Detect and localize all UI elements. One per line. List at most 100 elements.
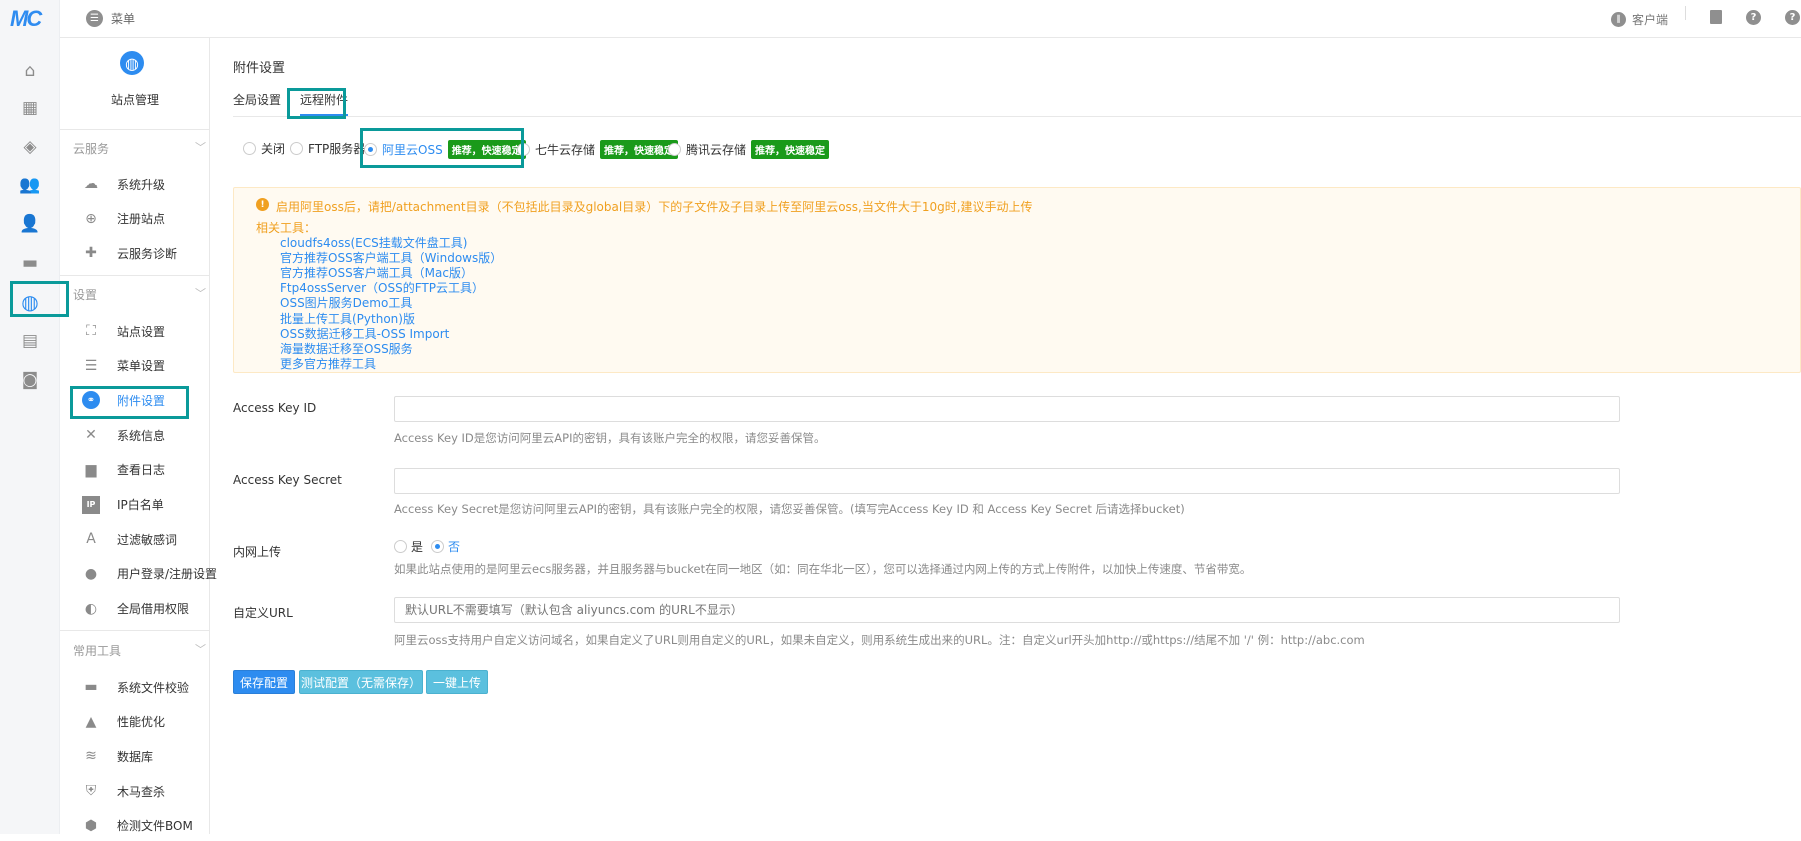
- intranet-help: 如果此站点使用的是阿里云ecs服务器，并且服务器与bucket在同一地区（如：同…: [394, 562, 1252, 576]
- sidebar-item-label: 注册站点: [117, 212, 166, 227]
- shield-icon: ⛨: [85, 783, 97, 800]
- sidebar-item[interactable]: ✚ 云服务诊断: [60, 238, 210, 268]
- sidebar-group-label[interactable]: 云服务: [73, 140, 109, 157]
- page-title: 附件设置: [233, 61, 286, 76]
- secondary-sidebar: ◍ 站点管理 云服务 ﹀ ☁ 系统升级 ⊕ 注册站点 ✚ 云服务诊断设置 ﹀ ⛶ 站点设置 ☰ 菜单设置…: [60, 38, 217, 834]
- users-icon[interactable]: 👥: [18, 173, 42, 197]
- sidebar-item-label: 云服务诊断: [117, 246, 178, 261]
- sidebar-item[interactable]: ≋ 数据库: [60, 741, 210, 771]
- intranet-no-radio[interactable]: [431, 540, 445, 553]
- client-label: 客户端: [1632, 13, 1669, 27]
- permission-icon: ◐: [84, 600, 98, 617]
- sidebar-item-label: 系统文件校验: [117, 680, 190, 695]
- sidebar-item[interactable]: ▬ 系统文件校验: [60, 672, 210, 702]
- key-secret-help: Access Key Secret是您访问阿里云API的密钥，具有该账户完全的权…: [394, 502, 1185, 516]
- sidebar-item-label: 全局借用权限: [117, 602, 190, 617]
- key-secret-input[interactable]: [394, 468, 1620, 494]
- plus-icon: ⊕: [85, 210, 97, 227]
- intranet-yes-radio[interactable]: [394, 540, 407, 553]
- sidebar-item[interactable]: ⬢ 检测文件BOM: [60, 811, 210, 841]
- test-button[interactable]: 测试配置（无需保存）: [299, 670, 423, 694]
- highlight-box: [360, 128, 524, 168]
- sidebar-item[interactable]: ⛨ 木马查杀: [60, 776, 210, 806]
- tool-link[interactable]: 更多官方推荐工具: [280, 355, 376, 372]
- client-button[interactable]: ⫼ 客户端: [1611, 11, 1668, 28]
- sidebar-item[interactable]: ▆ 查看日志: [60, 455, 210, 485]
- tab-global[interactable]: 全局设置: [233, 91, 281, 108]
- storage-label: 腾讯云存储: [686, 143, 747, 157]
- folder-icon: ▬: [84, 679, 98, 695]
- sidebar-item[interactable]: A 过滤敏感词: [60, 524, 210, 554]
- menu-label: 菜单: [111, 12, 136, 26]
- storage-label: 七牛云存储: [535, 143, 596, 157]
- globe-icon: ◍: [120, 51, 144, 75]
- recommend-badge: 推荐，快速稳定: [600, 140, 679, 159]
- sidebar-group-label[interactable]: 常用工具: [73, 642, 121, 659]
- chevron-down-icon[interactable]: ﹀: [195, 641, 206, 657]
- storage-radio[interactable]: [290, 142, 303, 155]
- database-icon: ≋: [85, 748, 97, 765]
- menu-toggle[interactable]: ☰ 菜单: [86, 10, 135, 27]
- bag-icon[interactable]: ◙: [18, 368, 42, 392]
- sidebar-item[interactable]: ⊕ 注册站点: [60, 204, 210, 234]
- sidebar-item-label: 菜单设置: [117, 359, 166, 374]
- cube-icon[interactable]: ◈: [18, 135, 42, 159]
- custom-url-label: 自定义URL: [233, 606, 293, 620]
- storage-option[interactable]: 关闭: [243, 140, 285, 157]
- help-icon[interactable]: ?: [1746, 10, 1761, 25]
- sidebar-divider: [60, 630, 210, 631]
- intranet-label: 内网上传: [233, 545, 282, 559]
- sidebar-item-label: 检测文件BOM: [117, 819, 193, 834]
- log-icon: ▆: [85, 461, 97, 478]
- highlight-box: [287, 88, 346, 119]
- custom-url-input[interactable]: [394, 597, 1620, 623]
- sidebar-item[interactable]: ◐ 全局借用权限: [60, 594, 210, 624]
- sidebar-item[interactable]: IP IP白名单: [60, 490, 210, 520]
- user-lock-icon[interactable]: 👤: [18, 212, 42, 236]
- sidebar-item[interactable]: ☁ 系统升级: [60, 169, 210, 199]
- sidebar-item[interactable]: ✕ 系统信息: [60, 420, 210, 450]
- sidebar-title: 站点管理: [110, 93, 159, 107]
- sidebar-item-label: IP白名单: [117, 498, 164, 512]
- chevron-down-icon[interactable]: ﹀: [195, 285, 206, 301]
- storage-option[interactable]: 七牛云存储 推荐，快速稳定: [517, 140, 679, 159]
- home-icon[interactable]: ⌂: [18, 59, 42, 83]
- highlight-box: [70, 386, 189, 419]
- client-icon: ⫼: [1611, 12, 1626, 27]
- user-icon: ●: [84, 565, 98, 582]
- store-icon[interactable]: ▤: [18, 329, 42, 353]
- save-button[interactable]: 保存配置: [233, 670, 295, 694]
- sidebar-item-label: 性能优化: [117, 715, 166, 730]
- sidebar-item-label: 系统升级: [117, 177, 166, 192]
- sidebar-item[interactable]: ☰ 菜单设置: [60, 351, 210, 381]
- help-icon-2[interactable]: ?: [1785, 10, 1800, 25]
- calendar-icon[interactable]: [1710, 10, 1722, 24]
- upload-button[interactable]: 一键上传: [426, 670, 488, 694]
- divider: [1685, 6, 1686, 20]
- sidebar-item[interactable]: ● 用户登录/注册设置: [60, 559, 217, 589]
- monitor-icon[interactable]: ▬: [18, 251, 42, 275]
- list-icon: ☰: [84, 357, 98, 374]
- key-secret-label: Access Key Secret: [233, 473, 342, 487]
- recommend-badge: 推荐，快速稳定: [751, 140, 830, 159]
- storage-option[interactable]: FTP服务器: [290, 140, 365, 157]
- storage-radio[interactable]: [243, 142, 256, 155]
- notice-text: 启用阿里oss后，请把/attachment目录（不包括此目录及global目录…: [276, 200, 1033, 214]
- sidebar-item[interactable]: ⛶ 站点设置: [60, 316, 210, 346]
- ip-icon: IP: [82, 495, 100, 514]
- key-id-input[interactable]: [394, 396, 1620, 422]
- key-id-label: Access Key ID: [233, 401, 317, 415]
- sidebar-item-label: 系统信息: [117, 428, 166, 443]
- download-icon: ☁: [84, 176, 98, 192]
- sitemap-icon: ⛶: [86, 323, 96, 339]
- sidebar-group-label[interactable]: 设置: [73, 286, 97, 303]
- apps-icon[interactable]: ▦: [18, 96, 42, 120]
- sidebar-item[interactable]: ▲ 性能优化: [60, 707, 210, 737]
- icon-sidebar: MC ⌂ ▦ ◈ 👥 👤 ▬ ◍ ▤ ◙: [0, 0, 60, 834]
- chevron-down-icon[interactable]: ﹀: [195, 139, 206, 155]
- sidebar-item-label: 用户登录/注册设置: [117, 567, 218, 582]
- custom-url-help: 阿里云oss支持用户自定义访问域名，如果自定义了URL则用自定义的URL，如果未…: [394, 633, 1365, 647]
- storage-radio[interactable]: [668, 143, 681, 156]
- storage-option[interactable]: 腾讯云存储 推荐，快速稳定: [668, 140, 830, 159]
- sidebar-divider: [60, 129, 210, 130]
